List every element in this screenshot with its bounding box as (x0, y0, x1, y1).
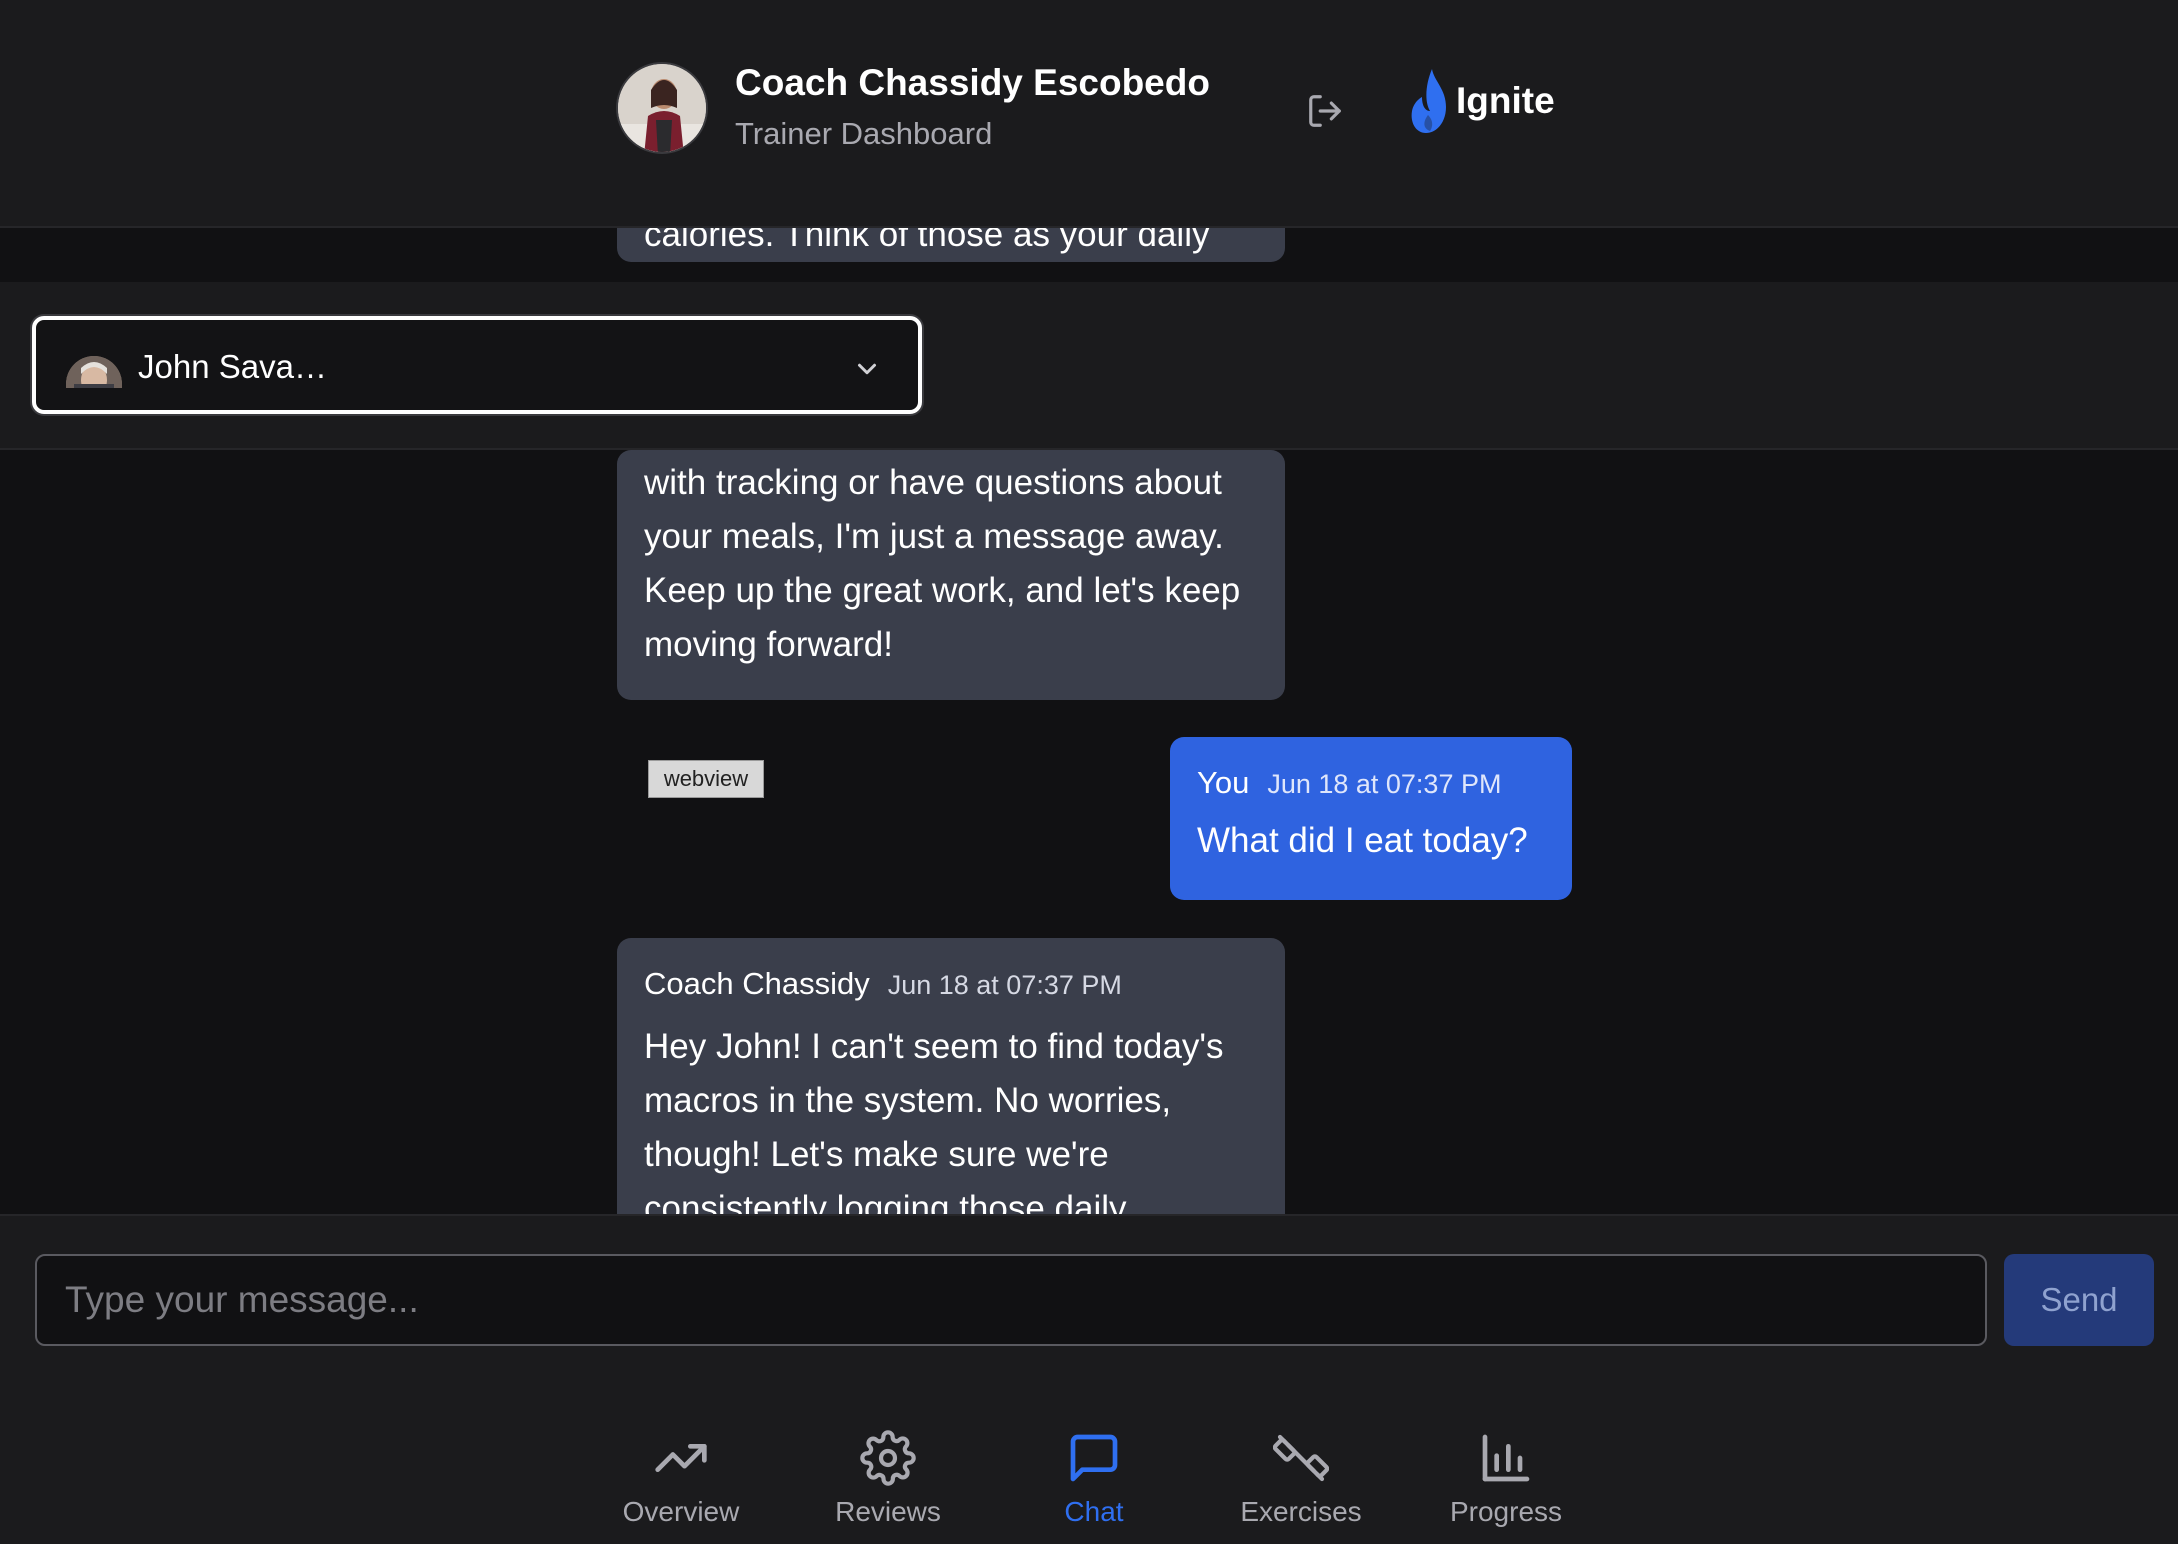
client-selector-bar: John Sava… (0, 282, 2178, 450)
message-timestamp: Jun 18 at 07:37 PM (1267, 769, 1502, 799)
selected-client-name: John Sava… (138, 348, 327, 385)
flame-icon (1411, 69, 1446, 133)
nav-label: Exercises (1240, 1496, 1362, 1527)
nav-reviews[interactable]: Reviews (798, 1430, 978, 1528)
message-composer: Send (0, 1214, 2178, 1388)
message-sender: You (1197, 765, 1250, 800)
message-timestamp: Jun 18 at 07:37 PM (887, 970, 1122, 1000)
brand-name: Ignite (1456, 80, 1555, 121)
message-text: What did I eat today? (1197, 821, 1528, 860)
message-bubble-you: You Jun 18 at 07:37 PM What did I eat to… (1170, 737, 1572, 900)
webview-badge: webview (648, 760, 764, 798)
message-text: calories. Think of those as your daily (644, 228, 1210, 254)
nav-label: Overview (622, 1496, 740, 1527)
message-text: Hey John! I can't seem to find today's m… (644, 1027, 1224, 1228)
send-button[interactable]: Send (2004, 1254, 2154, 1346)
nav-progress[interactable]: Progress (1416, 1430, 1596, 1528)
trending-up-icon (655, 1444, 707, 1472)
nav-label: Reviews (835, 1496, 941, 1527)
dumbbell-icon (1273, 1434, 1329, 1482)
bottom-navigation: Overview Reviews Chat Exercises Progress (0, 1388, 2178, 1544)
message-meta: You Jun 18 at 07:37 PM (1197, 765, 1545, 801)
message-bubble-coach: calories. Think of those as your daily (617, 228, 1285, 262)
message-meta: Coach Chassidy Jun 18 at 07:37 PM (644, 966, 1258, 1002)
message-input[interactable] (35, 1254, 1987, 1346)
dashboard-subtitle: Trainer Dashboard (735, 116, 993, 151)
client-select-dropdown[interactable]: John Sava… (32, 316, 922, 414)
nav-exercises[interactable]: Exercises (1211, 1430, 1391, 1528)
header: Coach Chassidy Escobedo Trainer Dashboar… (0, 0, 2178, 228)
nav-label: Chat (1064, 1496, 1124, 1527)
coach-avatar (616, 62, 708, 154)
message-sender: Coach Chassidy (644, 966, 870, 1001)
nav-overview[interactable]: Overview (591, 1430, 771, 1528)
app-root: Coach Chassidy Escobedo Trainer Dashboar… (0, 0, 2178, 1544)
bar-chart-icon (1482, 1434, 1530, 1482)
coach-name: Coach Chassidy Escobedo (735, 62, 1210, 103)
logout-icon[interactable] (1306, 92, 1344, 130)
brand-logo: Ignite (1408, 64, 1555, 138)
nav-label: Progress (1449, 1496, 1563, 1527)
nav-chat[interactable]: Chat (1004, 1430, 1184, 1528)
gear-icon (860, 1430, 916, 1486)
message-text: with tracking or have questions about yo… (644, 463, 1241, 664)
client-avatar (66, 356, 122, 388)
chevron-down-icon (852, 354, 882, 384)
message-bubble-coach: with tracking or have questions about yo… (617, 450, 1285, 700)
chat-bubble-icon (1070, 1434, 1118, 1482)
